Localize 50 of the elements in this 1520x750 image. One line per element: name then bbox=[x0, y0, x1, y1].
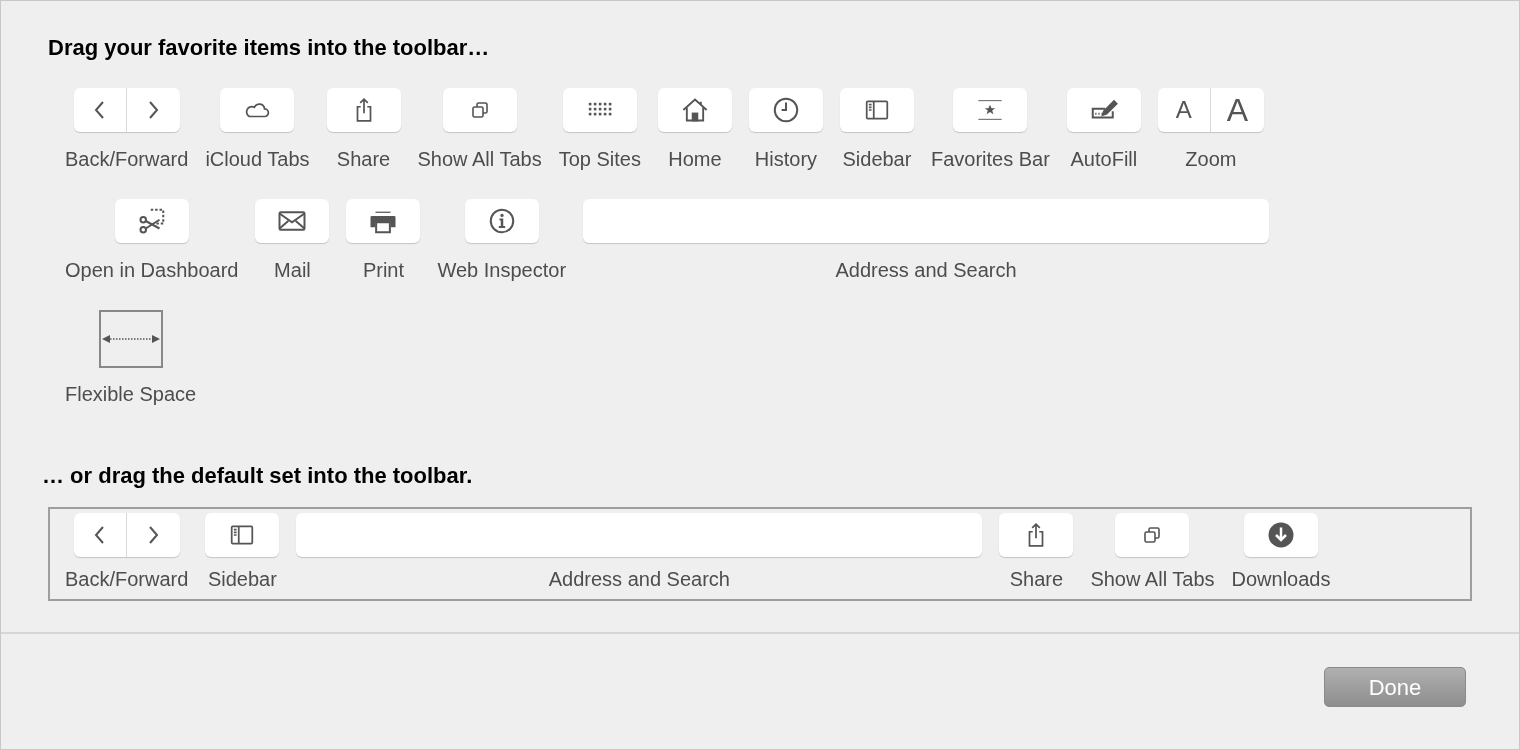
item-label: Mail bbox=[274, 258, 311, 282]
toolbar-item-button[interactable] bbox=[442, 88, 517, 132]
toolbar-item-button[interactable] bbox=[464, 199, 539, 243]
toolbar-item-button[interactable] bbox=[839, 88, 914, 132]
item-label: Sidebar bbox=[842, 147, 912, 171]
item-label: Web Inspector bbox=[437, 258, 567, 282]
item-label: Show All Tabs bbox=[1090, 567, 1215, 591]
toolbar-item-button[interactable] bbox=[1066, 88, 1141, 132]
toolbar-item-button[interactable] bbox=[255, 199, 330, 243]
item-label: Favorites Bar bbox=[930, 147, 1050, 171]
item-label: Home bbox=[668, 147, 722, 171]
item-label: Back/Forward bbox=[65, 147, 189, 171]
item-label: Address and Search bbox=[835, 258, 1017, 282]
double-arrow-icon bbox=[101, 334, 160, 344]
item-label: iCloud Tabs bbox=[205, 147, 310, 171]
toolbar-item-button[interactable] bbox=[220, 88, 295, 132]
item-label: History bbox=[754, 147, 818, 171]
item-label: Open in Dashboard bbox=[65, 258, 239, 282]
toolbar-item-button[interactable] bbox=[1244, 513, 1318, 557]
item-label: Show All Tabs bbox=[417, 147, 542, 171]
item-label: Share bbox=[1009, 567, 1064, 591]
toolbar-item-button[interactable] bbox=[748, 88, 823, 132]
item-label: AutoFill bbox=[1070, 147, 1138, 171]
house-icon bbox=[680, 96, 709, 124]
item-label: Print bbox=[362, 258, 404, 282]
zoom-in-button[interactable]: A bbox=[1210, 88, 1264, 132]
flexible-space-box[interactable] bbox=[98, 310, 163, 368]
toolbar-item-button[interactable] bbox=[326, 88, 401, 132]
section-heading: … or drag the default set into the toolbar. bbox=[42, 462, 474, 490]
zoom-out-button[interactable]: A bbox=[1157, 88, 1211, 132]
item-label: Zoom bbox=[1185, 147, 1237, 171]
download-icon bbox=[1266, 520, 1296, 550]
toolbar-item-button[interactable] bbox=[999, 513, 1074, 557]
address-field[interactable] bbox=[296, 513, 983, 557]
item-label: Flexible Space bbox=[65, 382, 197, 406]
item-label: Top Sites bbox=[558, 147, 641, 171]
toolbar-item-button[interactable] bbox=[657, 88, 732, 132]
toolbar-item-button[interactable] bbox=[114, 199, 189, 243]
default-toolbar-set[interactable]: Back/Forward Sidebar Address and Search Share Show All Tabs Downloads bbox=[48, 507, 1472, 601]
toolbar-item-button[interactable] bbox=[953, 88, 1028, 132]
item-label: Downloads bbox=[1231, 567, 1331, 591]
item-label: Address and Search bbox=[548, 567, 730, 591]
toolbar-item-button[interactable] bbox=[205, 513, 280, 557]
item-label: Sidebar bbox=[207, 567, 277, 591]
item-label: Back/Forward bbox=[65, 567, 189, 591]
address-field[interactable] bbox=[583, 199, 1270, 243]
item-label: Share bbox=[336, 147, 391, 171]
toolbar-item-button[interactable] bbox=[346, 199, 421, 243]
toolbar-item-button[interactable] bbox=[1115, 513, 1190, 557]
section-heading: Drag your favorite items into the toolbar… bbox=[48, 34, 491, 62]
